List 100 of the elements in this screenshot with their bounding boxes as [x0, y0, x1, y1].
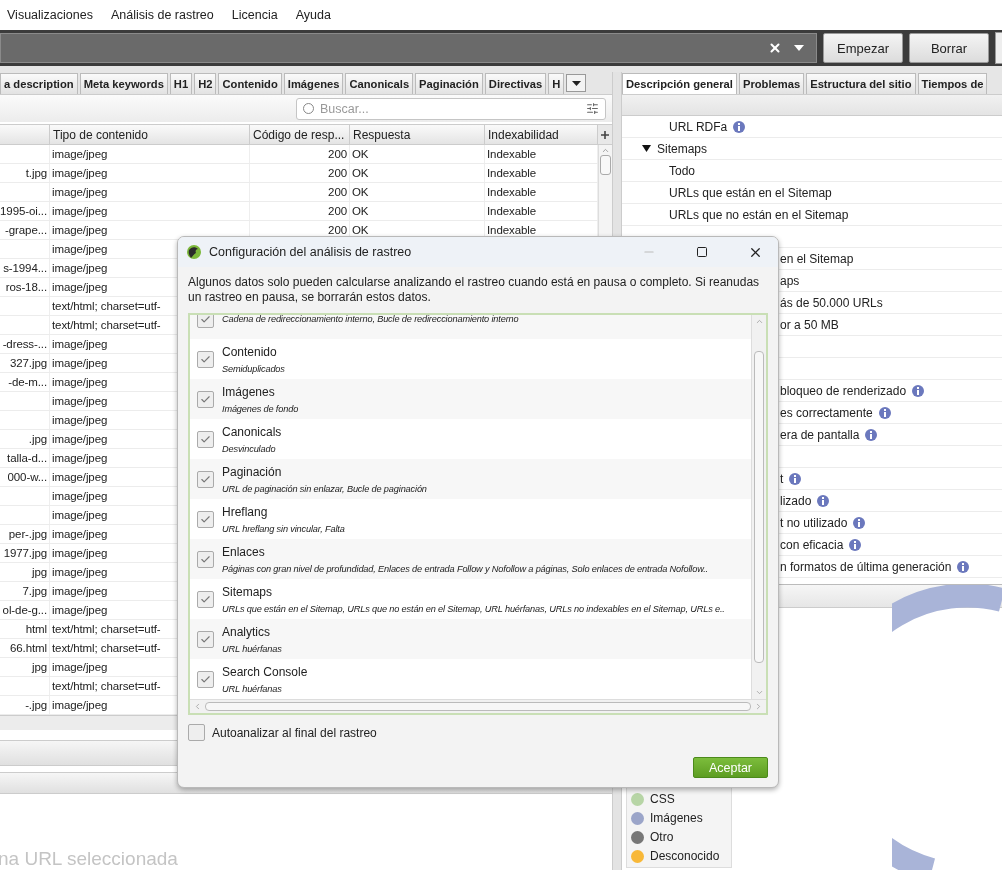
tab[interactable]: Contenido: [218, 73, 282, 94]
column-header[interactable]: Respuesta: [350, 125, 485, 144]
table-cell: talla-d...: [0, 449, 50, 467]
add-column-icon[interactable]: [598, 125, 612, 145]
toolbar-button[interactable]: Borrar: [909, 33, 989, 63]
column-header[interactable]: Tipo de contenido: [50, 125, 250, 144]
table-cell: html: [0, 620, 50, 638]
table-cell: 66.html: [0, 639, 50, 657]
checkbox[interactable]: [197, 430, 214, 448]
tab[interactable]: H1: [169, 73, 193, 94]
tree-item[interactable]: Sitemaps: [657, 141, 708, 156]
checkmark-icon: [200, 315, 211, 325]
table-cell: 200: [250, 164, 350, 182]
tab[interactable]: H: [548, 73, 565, 94]
tree-item[interactable]: es correctamente: [780, 405, 873, 420]
scrollbar-thumb[interactable]: [205, 702, 751, 711]
table-cell: -.jpg: [0, 696, 50, 714]
tree-item[interactable]: URL RDFa: [669, 119, 728, 134]
checkmark-icon: [200, 513, 211, 525]
partial-toolbar-button[interactable]: [995, 32, 1002, 64]
dropdown-caret-icon: [571, 80, 581, 86]
table-cell: 200: [250, 183, 350, 201]
dropdown-caret-icon[interactable]: [794, 45, 804, 51]
expanded-triangle-icon[interactable]: [642, 145, 651, 152]
scrollbar-thumb[interactable]: [754, 351, 764, 663]
checkmark-icon: [200, 433, 211, 445]
tree-item[interactable]: en el Sitemap: [780, 251, 854, 266]
tree-item[interactable]: aps: [780, 273, 800, 288]
table-cell: 000-w...: [0, 468, 50, 486]
tree-item[interactable]: n formatos de última generación: [780, 559, 952, 574]
tree-item[interactable]: era de pantalla: [780, 427, 860, 442]
tab[interactable]: Problemas: [738, 73, 805, 94]
tab[interactable]: Tiempos de: [917, 73, 988, 94]
tab[interactable]: Imágenes: [283, 73, 344, 94]
tree-item[interactable]: URLs que están en el Sitemap: [669, 185, 832, 200]
checkbox[interactable]: [197, 315, 214, 328]
search-box[interactable]: Buscar...: [296, 97, 606, 120]
table-cell: 327.jpg: [0, 354, 50, 372]
table-cell: image/jpeg: [50, 183, 250, 201]
checkbox[interactable]: [188, 724, 205, 741]
tab[interactable]: Descripción general: [622, 73, 737, 94]
search-field[interactable]: Buscar...: [318, 100, 582, 117]
tree-item[interactable]: Todo: [669, 163, 696, 178]
menu-item[interactable]: Licencia: [231, 8, 278, 22]
checkbox[interactable]: [197, 470, 214, 488]
table-cell: image/jpeg: [50, 145, 250, 163]
checkbox[interactable]: [197, 350, 214, 368]
table-cell: ros-18...: [0, 278, 50, 296]
clear-icon[interactable]: [768, 41, 782, 55]
tab[interactable]: Directivas: [484, 73, 547, 94]
checkmark-icon: [200, 633, 211, 645]
tab[interactable]: a description: [0, 73, 78, 94]
checkbox[interactable]: [197, 590, 214, 608]
scroll-up-icon[interactable]: [754, 317, 764, 326]
tree-item[interactable]: t: [780, 471, 784, 486]
scroll-left-icon[interactable]: [193, 702, 202, 711]
tab[interactable]: Paginación: [415, 73, 483, 94]
scroll-up-icon[interactable]: [601, 146, 610, 155]
tree-item[interactable]: t no utilizado: [780, 515, 848, 530]
checkbox[interactable]: [197, 630, 214, 648]
tree-item[interactable]: URLs que no están en el Sitemap: [669, 207, 849, 222]
table-cell: 200: [250, 202, 350, 220]
table-cell: jpg: [0, 658, 50, 676]
table-cell: image/jpeg: [50, 164, 250, 182]
tab[interactable]: Estructura del sitio: [806, 73, 916, 94]
checkbox[interactable]: [197, 670, 214, 688]
table-cell: t.jpg: [0, 164, 50, 182]
checkbox[interactable]: [197, 510, 214, 528]
toolbar-button[interactable]: Empezar: [823, 33, 903, 63]
checkmark-icon: [200, 593, 211, 605]
checkbox[interactable]: [197, 390, 214, 408]
checkmark-icon: [200, 353, 211, 365]
tree-item[interactable]: con eficacia: [780, 537, 844, 552]
tab[interactable]: H2: [194, 73, 217, 94]
tab[interactable]: Meta keywords: [79, 73, 168, 94]
scroll-down-icon[interactable]: [754, 688, 764, 697]
vertical-scrollbar[interactable]: [751, 315, 766, 699]
checkmark-icon: [200, 473, 211, 485]
column-header[interactable]: Código de resp...: [250, 125, 350, 144]
table-cell: OK: [350, 183, 485, 201]
tree-item[interactable]: lizado: [780, 493, 812, 508]
table-cell: -dress-...: [0, 335, 50, 353]
table-cell: 7.jpg: [0, 582, 50, 600]
tab-menu-button[interactable]: [566, 74, 587, 92]
table-cell: OK: [350, 145, 485, 163]
tab[interactable]: Canonicals: [345, 73, 414, 94]
url-field[interactable]: [0, 33, 817, 63]
checkbox[interactable]: [197, 550, 214, 568]
scrollbar-thumb[interactable]: [600, 155, 611, 175]
menu-item[interactable]: Visualizaciones: [7, 8, 93, 22]
tree-item[interactable]: or a 50 MB: [780, 317, 839, 332]
horizontal-scrollbar[interactable]: [190, 699, 766, 713]
tree-item[interactable]: bloqueo de renderizado: [780, 383, 907, 398]
table-cell: per-.jpg: [0, 525, 50, 543]
filter-icon[interactable]: [586, 102, 599, 115]
table-cell: OK: [350, 164, 485, 182]
tree-item[interactable]: ás de 50.000 URLs: [780, 295, 883, 310]
scroll-right-icon[interactable]: [754, 702, 763, 711]
menu-item[interactable]: Análisis de rastreo: [110, 8, 214, 22]
menu-item[interactable]: Ayuda: [295, 8, 331, 22]
